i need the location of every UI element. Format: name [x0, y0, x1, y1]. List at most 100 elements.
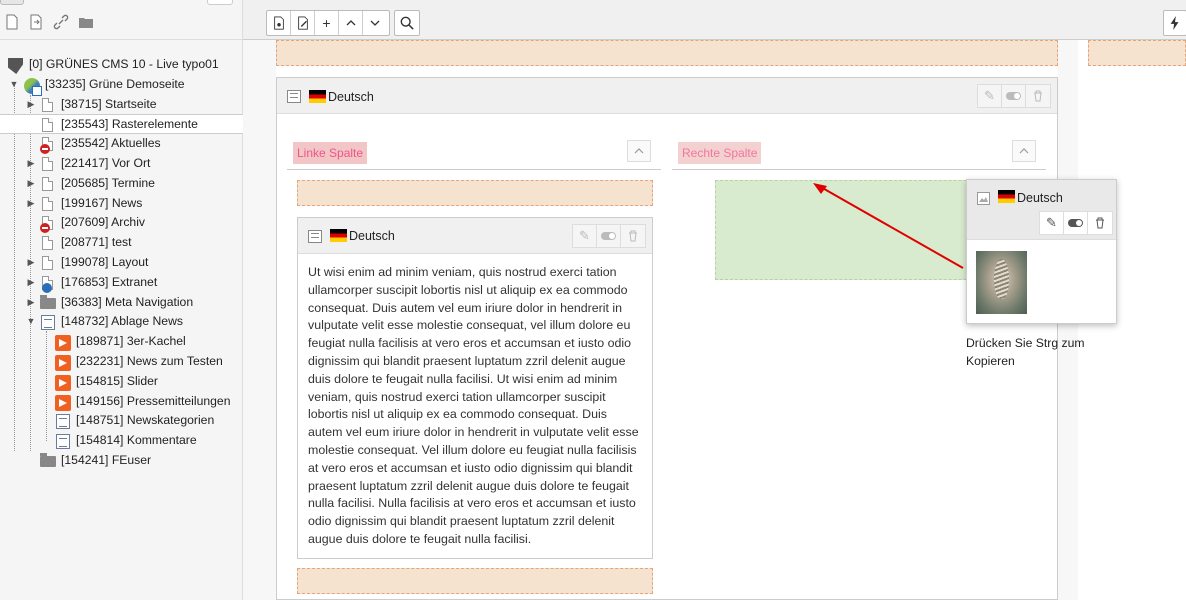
page-module-content: Deutsch ✎ Linke Spalte Rechte Spalte Deu… — [243, 40, 1186, 600]
tree-item[interactable]: [154815] Slider — [0, 372, 243, 392]
view-page-button[interactable] — [267, 11, 291, 35]
tree-item-label: [199167] News — [61, 195, 143, 210]
hidden-overlay-icon — [40, 223, 50, 234]
toggle-visibility-button[interactable] — [1064, 212, 1088, 234]
tree-item-label: [148751] Newskategorien — [76, 413, 215, 428]
dropzone[interactable] — [297, 568, 653, 594]
tree-item-label: [36383] Meta Navigation — [61, 294, 194, 309]
tree-item[interactable]: [208771] test — [0, 233, 243, 253]
site-root-icon — [24, 77, 42, 96]
news-folder-icon — [55, 394, 71, 411]
tree-root[interactable]: [0] GRÜNES CMS 10 - Live typo01 — [0, 55, 243, 75]
collapse-icon[interactable]: ▼ — [26, 312, 36, 332]
image-thumbnail — [976, 251, 1027, 314]
new-page-import-icon[interactable] — [28, 14, 44, 30]
page-icon — [42, 97, 53, 112]
toggle-icon — [1006, 92, 1021, 100]
edit-page-button[interactable] — [291, 11, 315, 35]
move-down-button[interactable] — [363, 11, 387, 35]
trash-icon — [629, 230, 637, 242]
tree-item-label: [38715] Startseite — [61, 96, 157, 111]
expand-icon[interactable]: ▶ — [26, 95, 36, 115]
page-icon — [42, 156, 53, 171]
tree-item[interactable]: [232231] News zum Testen — [0, 352, 243, 372]
tree-item[interactable]: [235542] Aktuelles — [0, 134, 243, 155]
collapse-icon[interactable]: ▼ — [9, 75, 19, 95]
page-icon — [42, 118, 53, 133]
copy-hint-text: Drücken Sie Strg zum Kopieren — [966, 336, 1085, 368]
tree-item-selected[interactable]: [235543] Rasterelemente — [0, 114, 243, 135]
page-icon — [42, 176, 53, 191]
tree-item-label: [208771] test — [61, 235, 132, 250]
tree-item[interactable]: ▶ [199167] News — [0, 194, 243, 214]
tree-item[interactable]: [189871] 3er-Kachel — [0, 332, 243, 352]
dragged-content-element[interactable]: Deutsch ✎ — [966, 179, 1117, 324]
panel-tab-active[interactable] — [0, 0, 24, 5]
expand-icon[interactable]: ▶ — [26, 174, 36, 194]
edit-button[interactable]: ✎ — [1040, 212, 1064, 234]
tree-separator — [0, 39, 243, 40]
tree-item-label: [33235] Grüne Demoseite — [45, 76, 185, 91]
toggle-visibility-button[interactable] — [1002, 85, 1026, 107]
text-content-element: Deutsch ✎ Ut wisi enim ad minim veniam, … — [297, 217, 653, 559]
folder-icon[interactable] — [78, 14, 94, 30]
content-element-actions: ✎ — [977, 84, 1051, 108]
tree-item[interactable]: [154241] FEuser — [0, 451, 243, 471]
toggle-icon — [601, 232, 616, 240]
edit-button[interactable]: ✎ — [978, 85, 1002, 107]
search-button[interactable] — [394, 10, 420, 36]
add-button[interactable]: + — [315, 11, 339, 35]
pencil-icon: ✎ — [984, 88, 995, 103]
column-label-left: Linke Spalte — [293, 142, 368, 164]
lightning-icon — [1170, 16, 1179, 30]
news-folder-icon — [55, 374, 71, 391]
dropzone[interactable] — [276, 40, 1058, 66]
tree-item[interactable]: [207609] Archiv — [0, 213, 243, 234]
sysfolder-icon — [56, 434, 70, 450]
expand-icon[interactable]: ▶ — [26, 253, 36, 273]
panel-tab[interactable] — [207, 0, 233, 5]
tree-item-label: [154241] FEuser — [61, 452, 152, 467]
column-divider — [672, 169, 1046, 170]
tree-item[interactable]: ▶ [221417] Vor Ort — [0, 154, 243, 174]
tree-item[interactable]: [154814] Kommentare — [0, 431, 243, 451]
edit-button[interactable]: ✎ — [573, 225, 597, 247]
tree-item[interactable]: ▼ [148732] Ablage News — [0, 312, 243, 332]
expand-icon[interactable]: ▶ — [26, 293, 36, 313]
german-flag-icon — [998, 190, 1015, 203]
tree-item[interactable]: [148751] Newskategorien — [0, 411, 243, 431]
dropzone[interactable] — [297, 180, 653, 206]
tree-item[interactable]: ▶ [36383] Meta Navigation — [0, 293, 243, 313]
tree-item[interactable]: ▶ [205685] Termine — [0, 174, 243, 194]
tree-item-label: [235543] Rasterelemente — [61, 117, 198, 132]
collapse-column-button[interactable] — [1012, 140, 1036, 162]
delete-button[interactable] — [1088, 212, 1112, 234]
delete-button[interactable] — [621, 225, 645, 247]
expand-icon[interactable]: ▶ — [26, 273, 36, 293]
tree-item[interactable]: ▶ [199078] Layout — [0, 253, 243, 273]
dropzone[interactable] — [1088, 40, 1186, 66]
news-folder-icon — [55, 335, 71, 352]
expand-icon[interactable]: ▶ — [26, 194, 36, 214]
tree-item[interactable]: ▶ [176853] Extranet — [0, 273, 243, 293]
expand-icon[interactable]: ▶ — [26, 154, 36, 174]
move-up-button[interactable] — [339, 11, 363, 35]
chevron-up-icon — [346, 20, 355, 26]
tree-item[interactable]: ▶ [38715] Startseite — [0, 95, 243, 115]
tree-item[interactable]: ▼ [33235] Grüne Demoseite — [0, 75, 243, 96]
tree-item-label: [221417] Vor Ort — [61, 155, 151, 170]
tree-toolbar — [0, 12, 243, 34]
page-icon — [42, 255, 53, 270]
tree-item[interactable]: [149156] Pressemitteilungen — [0, 392, 243, 412]
flush-cache-button[interactable] — [1163, 10, 1186, 36]
pencil-icon: ✎ — [1046, 215, 1057, 230]
collapse-column-button[interactable] — [627, 140, 651, 162]
link-icon[interactable] — [53, 14, 69, 30]
chevron-up-icon — [634, 148, 644, 154]
toggle-visibility-button[interactable] — [597, 225, 621, 247]
trash-icon — [1034, 90, 1042, 102]
toggle-icon — [1068, 219, 1083, 227]
typo3-logo-icon — [8, 58, 23, 74]
new-page-icon[interactable] — [4, 14, 20, 30]
delete-button[interactable] — [1026, 85, 1050, 107]
